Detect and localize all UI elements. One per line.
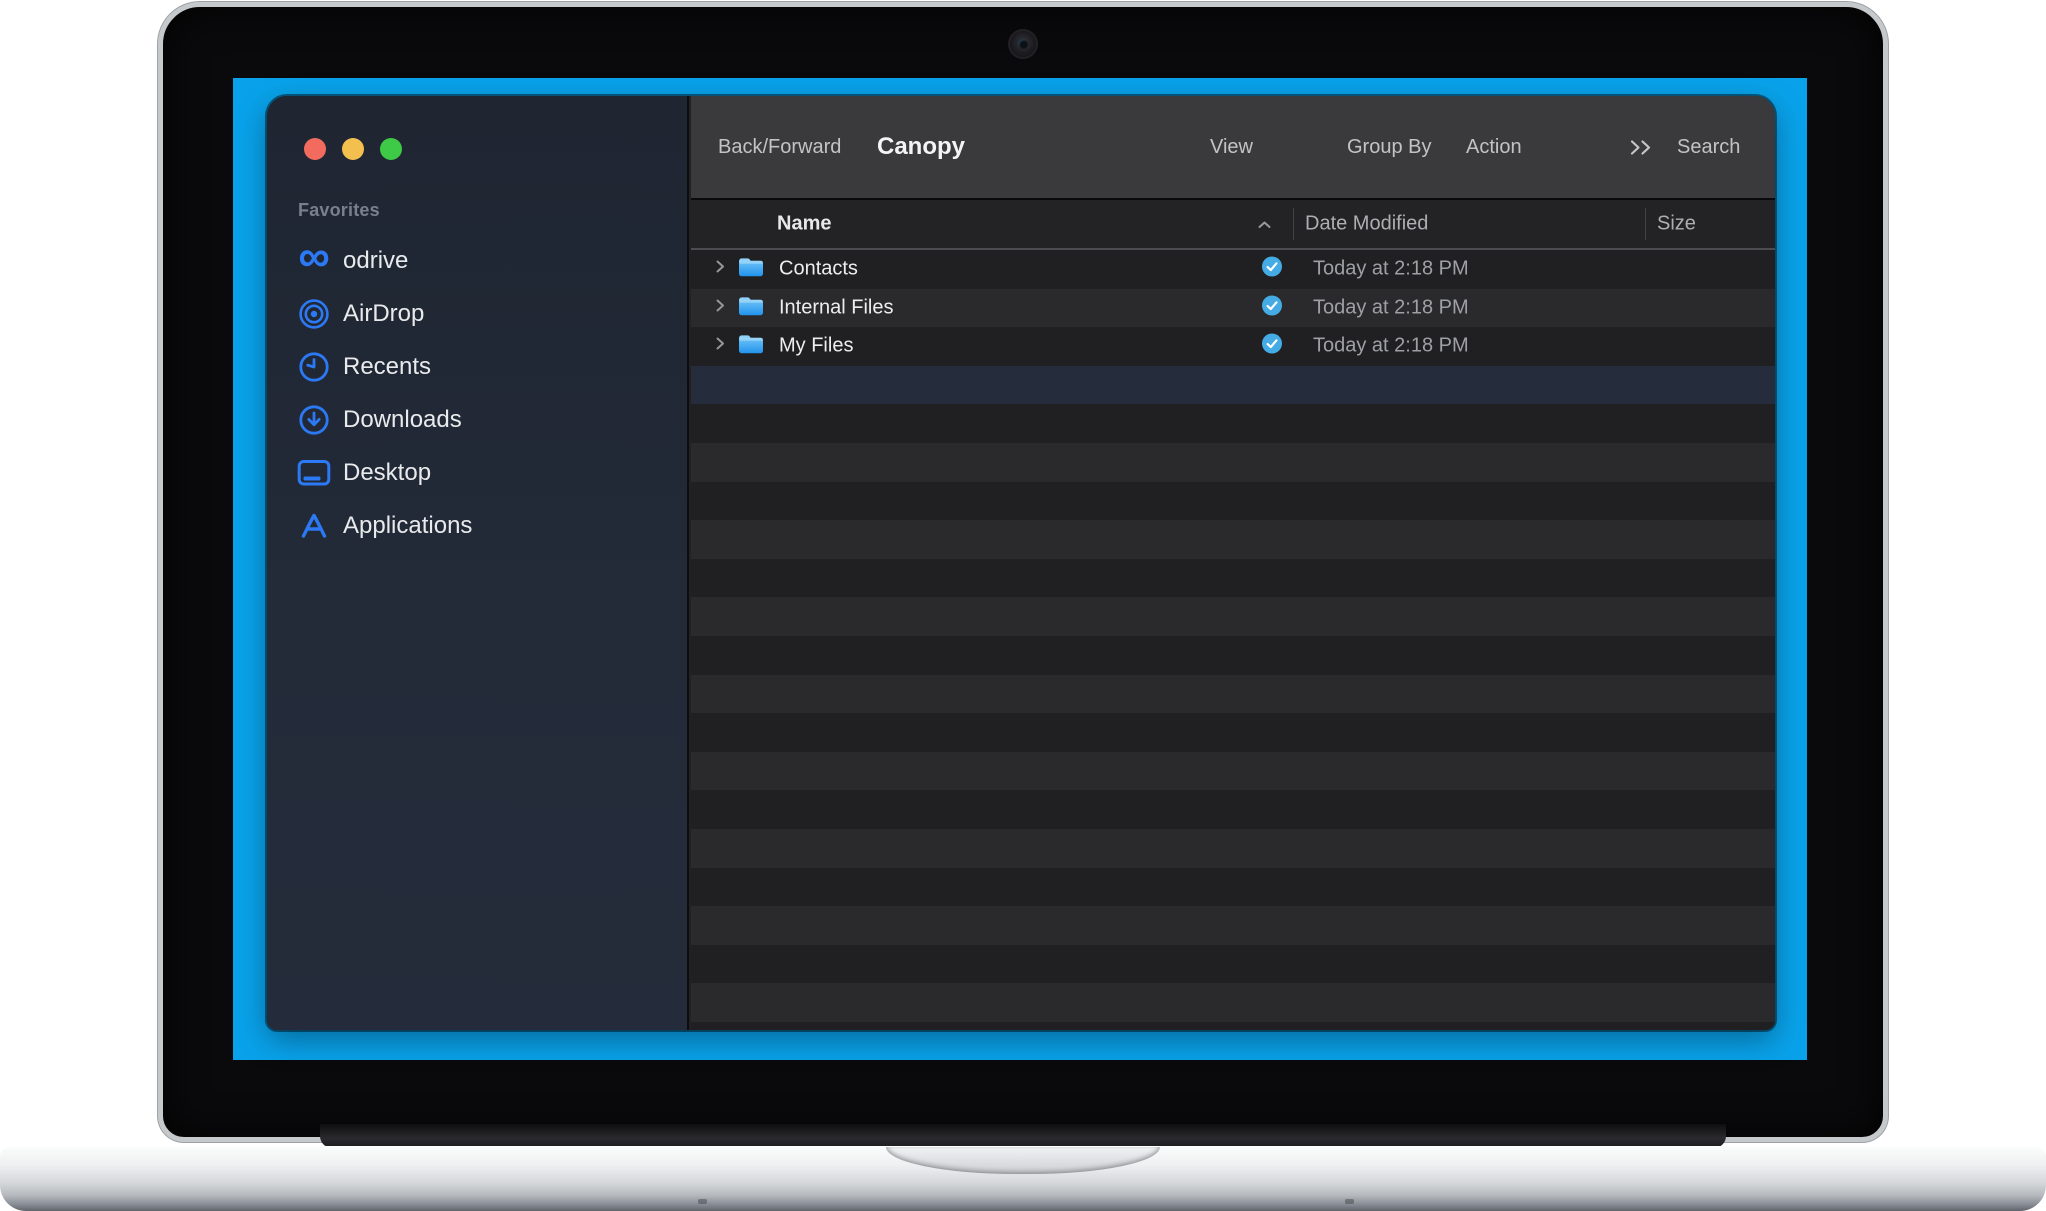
file-list: Contacts Today at 2:18 PM Internal Files To… <box>691 250 1775 1030</box>
table-row[interactable]: Internal Files Today at 2:18 PM <box>691 289 1775 328</box>
laptop-hinge <box>320 1124 1726 1148</box>
column-divider <box>1293 208 1294 240</box>
empty-table-row <box>691 404 1775 443</box>
disclosure-chevron-icon[interactable] <box>715 259 725 279</box>
sidebar-item-airdrop[interactable]: AirDrop <box>267 287 687 340</box>
macbook-mockup: Favorites ∞ odrive AirDrop <box>0 0 2046 1211</box>
column-divider <box>1645 208 1646 240</box>
sidebar-item-recents[interactable]: Recents <box>267 340 687 393</box>
webcam-icon <box>1010 31 1036 57</box>
sidebar-section-label: Favorites <box>298 200 380 221</box>
base-foot-mark <box>698 1199 707 1204</box>
empty-table-row <box>691 597 1775 636</box>
sidebar-items: ∞ odrive AirDrop <box>267 234 687 552</box>
synced-check-badge <box>1262 295 1282 320</box>
finder-window: Favorites ∞ odrive AirDrop <box>267 96 1775 1030</box>
main-pane: Back/Forward Canopy View Group By Action… <box>691 96 1775 1030</box>
column-header-size[interactable]: Size <box>1657 213 1696 236</box>
base-foot-mark <box>1345 1199 1354 1204</box>
empty-table-row <box>691 366 1775 405</box>
sidebar-item-odrive[interactable]: ∞ odrive <box>267 234 687 287</box>
airdrop-icon <box>291 298 337 330</box>
chevron-double-right-icon[interactable] <box>1629 96 1655 198</box>
file-name: My Files <box>779 335 853 358</box>
empty-table-row <box>691 906 1775 945</box>
sidebar-item-downloads[interactable]: Downloads <box>267 393 687 446</box>
file-name: Internal Files <box>779 296 894 319</box>
empty-table-row <box>691 520 1775 559</box>
file-name: Contacts <box>779 258 858 281</box>
close-button[interactable] <box>304 138 326 160</box>
disclosure-chevron-icon[interactable] <box>715 298 725 318</box>
webcam-lens <box>1018 39 1028 49</box>
sidebar: Favorites ∞ odrive AirDrop <box>267 96 689 1030</box>
synced-check-badge <box>1262 334 1282 359</box>
empty-table-row <box>691 790 1775 829</box>
downloads-icon <box>291 404 337 436</box>
table-row[interactable]: Contacts Today at 2:18 PM <box>691 250 1775 289</box>
empty-table-row <box>691 482 1775 521</box>
toolbar: Back/Forward Canopy View Group By Action… <box>691 96 1775 198</box>
date-modified: Today at 2:18 PM <box>1313 335 1469 358</box>
empty-table-row <box>691 1022 1775 1030</box>
folder-icon <box>737 332 765 360</box>
column-header-date-modified[interactable]: Date Modified <box>1305 213 1428 236</box>
empty-table-row <box>691 559 1775 598</box>
odrive-infinity-icon: ∞ <box>291 255 337 267</box>
table-row[interactable]: My Files Today at 2:18 PM <box>691 327 1775 366</box>
empty-table-row <box>691 443 1775 482</box>
action-button[interactable]: Action <box>1466 96 1522 198</box>
minimize-button[interactable] <box>342 138 364 160</box>
empty-table-row <box>691 752 1775 791</box>
empty-table-row <box>691 945 1775 984</box>
window-title: Canopy <box>877 96 965 198</box>
group-by-button[interactable]: Group By <box>1347 96 1431 198</box>
search-button[interactable]: Search <box>1677 96 1740 198</box>
empty-table-row <box>691 983 1775 1022</box>
empty-table-row <box>691 636 1775 675</box>
applications-icon <box>291 510 337 542</box>
empty-table-row <box>691 868 1775 907</box>
synced-check-badge <box>1262 257 1282 282</box>
folder-icon <box>737 294 765 322</box>
sidebar-item-desktop[interactable]: Desktop <box>267 446 687 499</box>
view-button[interactable]: View <box>1210 96 1253 198</box>
empty-table-row <box>691 829 1775 868</box>
zoom-button[interactable] <box>380 138 402 160</box>
list-header: Name Date Modified Size <box>691 198 1775 250</box>
folder-icon <box>737 255 765 283</box>
column-header-name[interactable]: Name <box>777 213 831 236</box>
desktop-icon <box>291 458 337 488</box>
empty-table-row <box>691 675 1775 714</box>
back-forward-button[interactable]: Back/Forward <box>718 96 841 198</box>
sort-ascending-icon <box>1257 213 1272 236</box>
disclosure-chevron-icon[interactable] <box>715 336 725 356</box>
empty-table-row <box>691 713 1775 752</box>
date-modified: Today at 2:18 PM <box>1313 296 1469 319</box>
date-modified: Today at 2:18 PM <box>1313 258 1469 281</box>
sidebar-item-applications[interactable]: Applications <box>267 499 687 552</box>
recents-clock-icon <box>291 351 337 383</box>
